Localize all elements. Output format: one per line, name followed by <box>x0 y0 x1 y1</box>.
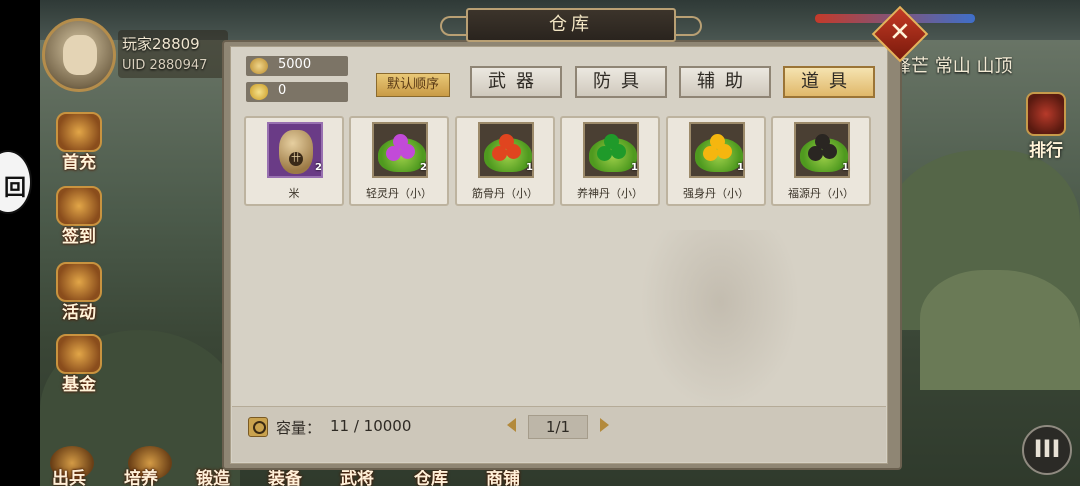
tab-auxiliary[interactable]: 辅助 <box>679 66 771 98</box>
panel-background-art <box>640 230 800 410</box>
main-menu-button[interactable]: III <box>1022 425 1072 475</box>
pill-shape <box>710 134 725 149</box>
item-count: 1 <box>737 162 744 173</box>
pill-shape <box>815 134 830 149</box>
capacity-value: 11 / 10000 <box>330 417 412 435</box>
nav-dispatch[interactable]: 出兵 <box>52 464 86 486</box>
side-item-fund[interactable]: 基金 <box>44 334 114 395</box>
location-label: 锋芒 常山 山顶 <box>893 56 1013 77</box>
close-icon: ✕ <box>889 17 911 48</box>
nav-train[interactable]: 培养 <box>124 464 158 486</box>
tab-armor[interactable]: 防具 <box>575 66 667 98</box>
page-indicator: 1/1 <box>528 415 588 439</box>
item-name: 筋骨丹（小） <box>472 187 538 200</box>
item-count: 1 <box>842 162 849 173</box>
left-black-strip <box>0 0 40 486</box>
capacity-label: 容量： <box>276 419 322 437</box>
item-slot[interactable]: 1 养神丹（小） <box>560 116 660 206</box>
item-slot[interactable]: 2 轻灵丹（小） <box>349 116 449 206</box>
side-item-checkin[interactable]: 签到 <box>44 186 114 247</box>
tab-weapons[interactable]: 武器 <box>470 66 562 98</box>
rank-button[interactable]: 排行 <box>1016 92 1076 162</box>
item-name: 强身丹（小） <box>683 187 749 200</box>
side-item-first-charge[interactable]: 首充 <box>44 112 114 173</box>
search-icon[interactable] <box>248 417 268 437</box>
pill-shape <box>604 134 619 149</box>
first-charge-icon <box>56 112 102 152</box>
sack-mark: 卄 <box>289 152 303 166</box>
item-slot[interactable]: 卄 2 米 <box>244 116 344 206</box>
item-count: 2 <box>420 162 427 173</box>
title-ornament-right <box>672 16 702 36</box>
player-avatar[interactable] <box>42 18 116 92</box>
fund-icon <box>56 334 102 374</box>
item-count: 1 <box>526 162 533 173</box>
item-slot[interactable]: 1 福源丹（小） <box>771 116 871 206</box>
rank-icon <box>1026 92 1066 136</box>
background-hill <box>920 270 1080 390</box>
item-count: 2 <box>315 162 322 173</box>
ingot-icon <box>250 84 268 100</box>
item-name: 养神丹（小） <box>577 187 643 200</box>
item-count: 1 <box>631 162 638 173</box>
events-icon <box>56 262 102 302</box>
page-next-icon[interactable] <box>600 418 609 432</box>
item-slot[interactable]: 1 强身丹（小） <box>666 116 766 206</box>
coin-balance: 5000 <box>246 56 348 76</box>
sort-button[interactable]: 默认顺序 <box>376 73 450 97</box>
pill-shape <box>393 134 408 149</box>
tab-items[interactable]: 道具 <box>783 66 875 98</box>
pill-shape <box>499 134 514 149</box>
avatar-face <box>63 35 97 75</box>
page-prev-icon[interactable] <box>507 418 516 432</box>
item-slot[interactable]: 1 筋骨丹（小） <box>455 116 555 206</box>
coin-icon <box>250 58 268 74</box>
player-name: 玩家28809 <box>122 35 200 53</box>
checkin-icon <box>56 186 102 226</box>
ingot-balance: 0 <box>246 82 348 102</box>
item-name: 轻灵丹（小） <box>366 187 432 200</box>
item-name: 米 <box>288 187 300 200</box>
dialog-title: 仓库 <box>466 8 676 42</box>
player-uid: UID 2880947 <box>122 58 208 73</box>
side-item-events[interactable]: 活动 <box>44 262 114 323</box>
item-name: 福源丹（小） <box>788 187 854 200</box>
